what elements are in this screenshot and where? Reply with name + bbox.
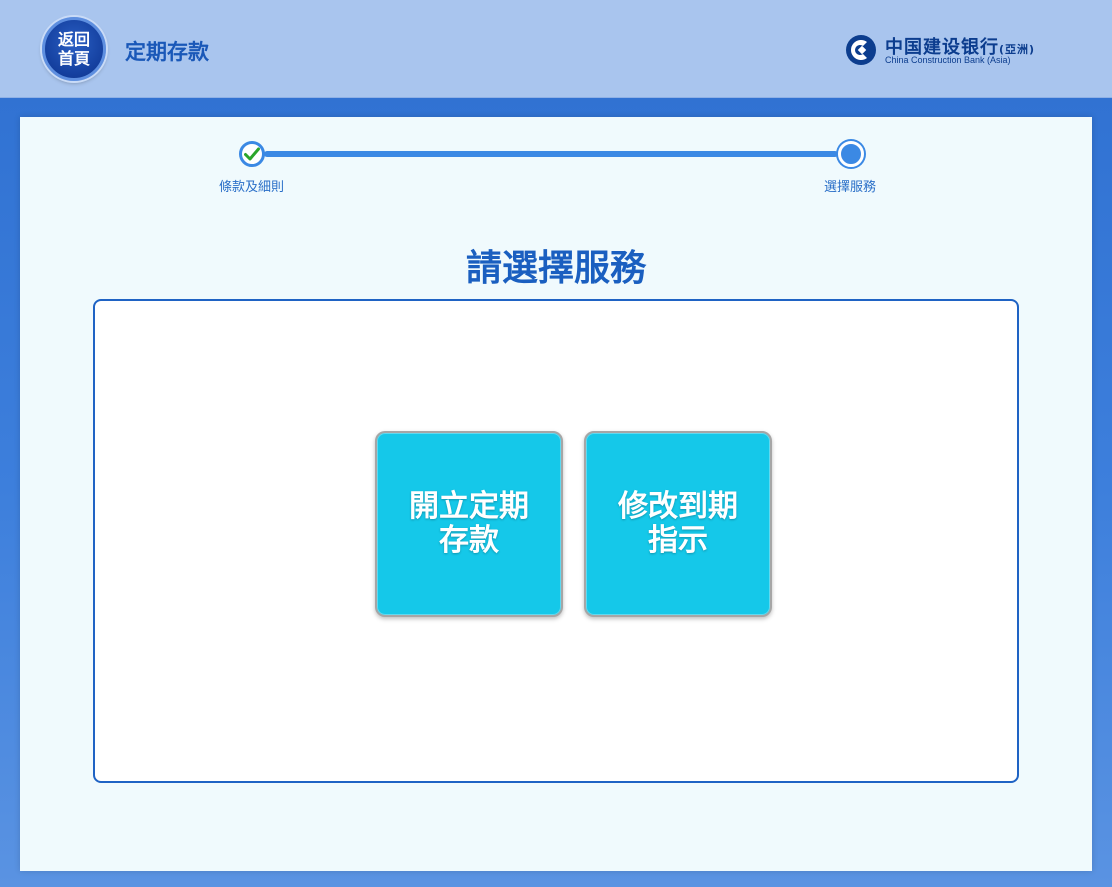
content-card: 條款及細則 選擇服務 請選擇服務 開立定期存款 修改到期指示 (20, 117, 1092, 871)
service-options-panel: 開立定期存款 修改到期指示 (93, 299, 1019, 783)
step-2-label: 選擇服務 (824, 180, 877, 195)
check-icon (244, 147, 260, 161)
open-time-deposit-button[interactable]: 開立定期存款 (375, 431, 563, 617)
step-1-label: 條款及細則 (219, 180, 285, 195)
home-button-line1: 返回 (57, 30, 90, 49)
modify-maturity-instruction-button[interactable]: 修改到期指示 (584, 431, 772, 617)
open-time-deposit-label: 開立定期存款 (409, 489, 529, 558)
bank-logo: 中国建设银行(亞洲) China Construction Bank (Asia… (845, 33, 1075, 67)
select-service-heading: 請選擇服務 (465, 248, 646, 289)
stepper-line (264, 151, 838, 157)
home-button-line2: 首頁 (57, 49, 90, 68)
step-2-indicator (838, 141, 864, 167)
step-1-indicator (239, 141, 265, 167)
logo-english-name: China Construction Bank (Asia) (885, 55, 1011, 65)
modify-maturity-instruction-label: 修改到期指示 (618, 489, 738, 558)
page-title: 定期存款 (125, 40, 209, 64)
ccb-logo-icon (846, 35, 876, 65)
progress-stepper: 條款及細則 選擇服務 (20, 117, 1092, 207)
home-button[interactable]: 返回 首頁 (42, 17, 106, 81)
header-bar: 返回 首頁 定期存款 中国建设银行(亞洲) China Construction… (0, 0, 1112, 98)
